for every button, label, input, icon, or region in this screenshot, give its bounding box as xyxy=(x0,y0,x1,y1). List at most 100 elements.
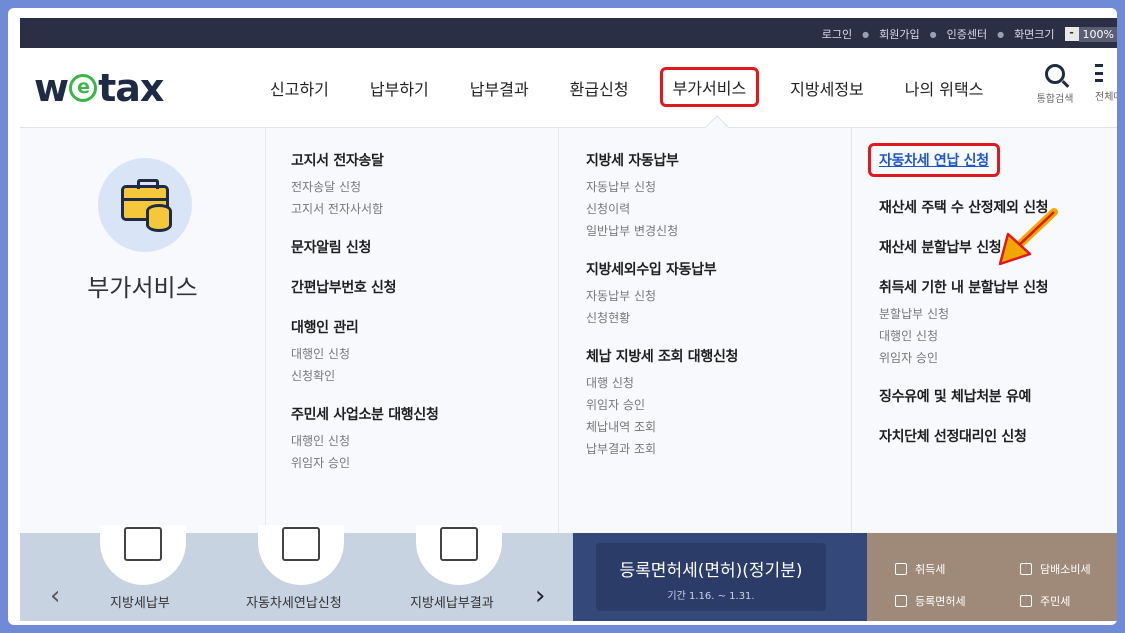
quick-link-registration-tax[interactable]: 등록면허세 xyxy=(895,593,966,609)
menu-group: 자치단체 선정대리인 신청 xyxy=(879,426,1117,446)
nav-report[interactable]: 신고하기 xyxy=(260,70,339,107)
plus-box-icon xyxy=(895,595,907,607)
menu-sub-link[interactable]: 위임자 승인 xyxy=(586,396,851,413)
separator-dot: ● xyxy=(862,29,870,39)
coins-icon xyxy=(146,204,172,232)
integrated-search-button[interactable]: 통합검색 xyxy=(1025,58,1085,105)
mega-menu-column-3: 자동차세 연납 신청 재산세 주택 수 산정제외 신청 재산세 분할납부 신청 취득세… xyxy=(851,128,1117,533)
signup-link[interactable]: 회원가입 xyxy=(879,26,919,42)
menu-group-title[interactable]: 주민세 사업소분 대행신청 xyxy=(291,404,439,424)
promo-title: 등록면허세(면허)(정기분) xyxy=(619,561,803,581)
tax-quick-links: 취득세 담배소비세 등록면허세 주민세 xyxy=(867,533,1117,621)
menu-sub-link[interactable]: 전자송달 신청 xyxy=(291,178,558,195)
menu-sub-link[interactable]: 체납내역 조회 xyxy=(586,418,851,435)
menu-sub-link[interactable]: 자동납부 신청 xyxy=(586,287,851,304)
menu-group: 지방세외수입 자동납부자동납부 신청신청현황 xyxy=(586,259,851,326)
quick-link-label: 등록면허세 xyxy=(915,595,966,608)
zoom-out-button[interactable]: - xyxy=(1064,27,1079,41)
all-menu-button[interactable]: 전체메뉴 xyxy=(1095,64,1117,103)
promo-period: 기간 1.16. ~ 1.31. xyxy=(667,591,755,602)
mega-menu-column-2: 지방세 자동납부 자동납부 신청 신청이력 일반납부 변경신청 지방세외수입 자동납부 자… xyxy=(558,128,851,533)
cert-center-link[interactable]: 인증센터 xyxy=(947,26,987,42)
main-nav: 신고하기 납부하기 납부결과 환급신청 부가서비스 지방세정보 나의 위택스 xyxy=(260,67,1014,107)
menu-sub-link[interactable]: 대행인 신청 xyxy=(291,432,558,449)
car-icon xyxy=(282,527,320,561)
quick-item-local-tax-payment[interactable] xyxy=(100,525,186,585)
menu-group: 간편납부번호 신청 xyxy=(291,277,558,297)
nav-my-wetax[interactable]: 나의 위택스 xyxy=(895,70,994,107)
menu-sub-link[interactable]: 고지서 전자사서함 xyxy=(291,200,558,217)
pointer-arrow-icon xyxy=(998,208,1058,266)
menu-group-title[interactable]: 재산세 분할납부 신청 xyxy=(879,237,1002,257)
quick-label-2: 자동차세연납신청 xyxy=(246,596,342,611)
menu-group: 대행인 관리대행인 신청신청확인 xyxy=(291,317,558,384)
menu-sub-link[interactable]: 신청이력 xyxy=(586,200,851,217)
quick-item-payment-result[interactable] xyxy=(416,525,502,585)
nav-refund[interactable]: 환급신청 xyxy=(560,70,639,107)
zoom-value: 100% xyxy=(1078,26,1117,42)
quick-label-3: 지방세납부결과 xyxy=(410,596,494,611)
mega-menu-side: 부가서비스 xyxy=(20,128,265,533)
menu-group-title[interactable]: 문자알림 신청 xyxy=(291,237,371,257)
quick-link-tobacco-tax[interactable]: 담배소비세 xyxy=(1020,561,1091,577)
quick-label-1: 지방세납부 xyxy=(110,596,170,611)
menu-group: 체납 지방세 조회 대행신청대행 신청위임자 승인체납내역 조회납부결과 조회 xyxy=(586,346,851,457)
nav-additional-services[interactable]: 부가서비스 xyxy=(659,67,760,107)
menu-group-title[interactable]: 취득세 기한 내 분할납부 신청 xyxy=(879,277,1049,297)
menu-sub-link[interactable]: 위임자 승인 xyxy=(879,349,1117,366)
logo-e-icon: e xyxy=(69,74,98,102)
menu-group-title[interactable]: 간편납부번호 신청 xyxy=(291,277,397,297)
building-icon xyxy=(895,563,907,575)
separator-dot: ● xyxy=(929,29,937,39)
menu-sub-link[interactable]: 일반납부 변경신청 xyxy=(586,222,851,239)
menu-group-title[interactable]: 자치단체 선정대리인 신청 xyxy=(879,426,1027,446)
main-header: w e tax 신고하기 납부하기 납부결과 환급신청 부가서비스 지방세정보 … xyxy=(20,48,1117,128)
nav-payment[interactable]: 납부하기 xyxy=(360,70,439,107)
menu-group-title[interactable]: 지방세외수입 자동납부 xyxy=(586,259,717,279)
screenshot-frame: 로그인 ● 회원가입 ● 인증센터 ● 화면크기 - 100% w e tax … xyxy=(8,8,1117,625)
menu-sub-link[interactable]: 신청확인 xyxy=(291,367,558,384)
login-link[interactable]: 로그인 xyxy=(822,26,852,42)
quick-link-acquisition-tax[interactable]: 취득세 xyxy=(895,561,945,577)
menu-group-title[interactable]: 체납 지방세 조회 대행신청 xyxy=(586,346,738,366)
briefcase-coins-icon xyxy=(98,158,192,252)
menu-group-title[interactable]: 지방세 자동납부 xyxy=(586,150,679,170)
utility-bar: 로그인 ● 회원가입 ● 인증센터 ● 화면크기 - 100% xyxy=(20,18,1117,48)
menu-sub-link[interactable]: 위임자 승인 xyxy=(291,454,558,471)
chevron-left-icon[interactable]: ‹ xyxy=(50,581,60,611)
menu-sub-link[interactable]: 대행인 신청 xyxy=(291,345,558,362)
menu-sub-link[interactable]: 대행인 신청 xyxy=(879,327,1117,344)
menu-group: 고지서 전자송달전자송달 신청고지서 전자사서함 xyxy=(291,150,558,217)
search-label: 통합검색 xyxy=(1036,94,1074,105)
menu-sub-link[interactable]: 자동납부 신청 xyxy=(586,178,851,195)
all-menu-label: 전체메뉴 xyxy=(1095,92,1117,103)
screen-size-label: 화면크기 xyxy=(1014,28,1055,41)
menu-sub-link[interactable]: 신청현황 xyxy=(586,309,851,326)
quick-link-resident-tax[interactable]: 주민세 xyxy=(1020,593,1070,609)
nav-payment-result[interactable]: 납부결과 xyxy=(460,70,539,107)
cigarette-icon xyxy=(1020,563,1032,575)
mega-menu-column-1: 고지서 전자송달전자송달 신청고지서 전자사서함문자알림 신청간편납부번호 신청… xyxy=(265,128,558,533)
menu-group: 자동차세 연납 신청 xyxy=(868,143,1117,177)
monitor-icon xyxy=(440,527,478,561)
mega-menu-dropdown: 부가서비스 고지서 전자송달전자송달 신청고지서 전자사서함문자알림 신청간편납… xyxy=(20,128,1117,533)
chevron-right-icon[interactable]: › xyxy=(535,581,545,611)
menu-group-title[interactable]: 대행인 관리 xyxy=(291,317,359,337)
quick-link-label: 주민세 xyxy=(1040,595,1071,608)
menu-group: 취득세 기한 내 분할납부 신청분할납부 신청대행인 신청위임자 승인 xyxy=(879,277,1117,366)
menu-group-title[interactable]: 고지서 전자송달 xyxy=(291,150,384,170)
quick-item-car-tax-annual[interactable] xyxy=(258,525,344,585)
hamburger-icon xyxy=(1095,64,1103,82)
logo-text-left: w xyxy=(34,66,69,110)
menu-group-title[interactable]: 징수유예 및 체납처분 유예 xyxy=(879,386,1031,406)
menu-sub-link[interactable]: 납부결과 조회 xyxy=(586,440,851,457)
wetax-logo[interactable]: w e tax xyxy=(34,66,164,110)
car-tax-annual-payment-link[interactable]: 자동차세 연납 신청 xyxy=(868,143,1000,177)
quick-link-label: 담배소비세 xyxy=(1040,563,1091,576)
menu-group: 지방세 자동납부자동납부 신청신청이력일반납부 변경신청 xyxy=(586,150,851,239)
nav-local-tax-info[interactable]: 지방세정보 xyxy=(780,70,874,107)
menu-sub-link[interactable]: 분할납부 신청 xyxy=(879,305,1117,322)
promo-banner[interactable]: 등록면허세(면허)(정기분) 기간 1.16. ~ 1.31. xyxy=(573,533,867,621)
menu-sub-link[interactable]: 대행 신청 xyxy=(586,374,851,391)
logo-text-right: tax xyxy=(98,66,164,110)
